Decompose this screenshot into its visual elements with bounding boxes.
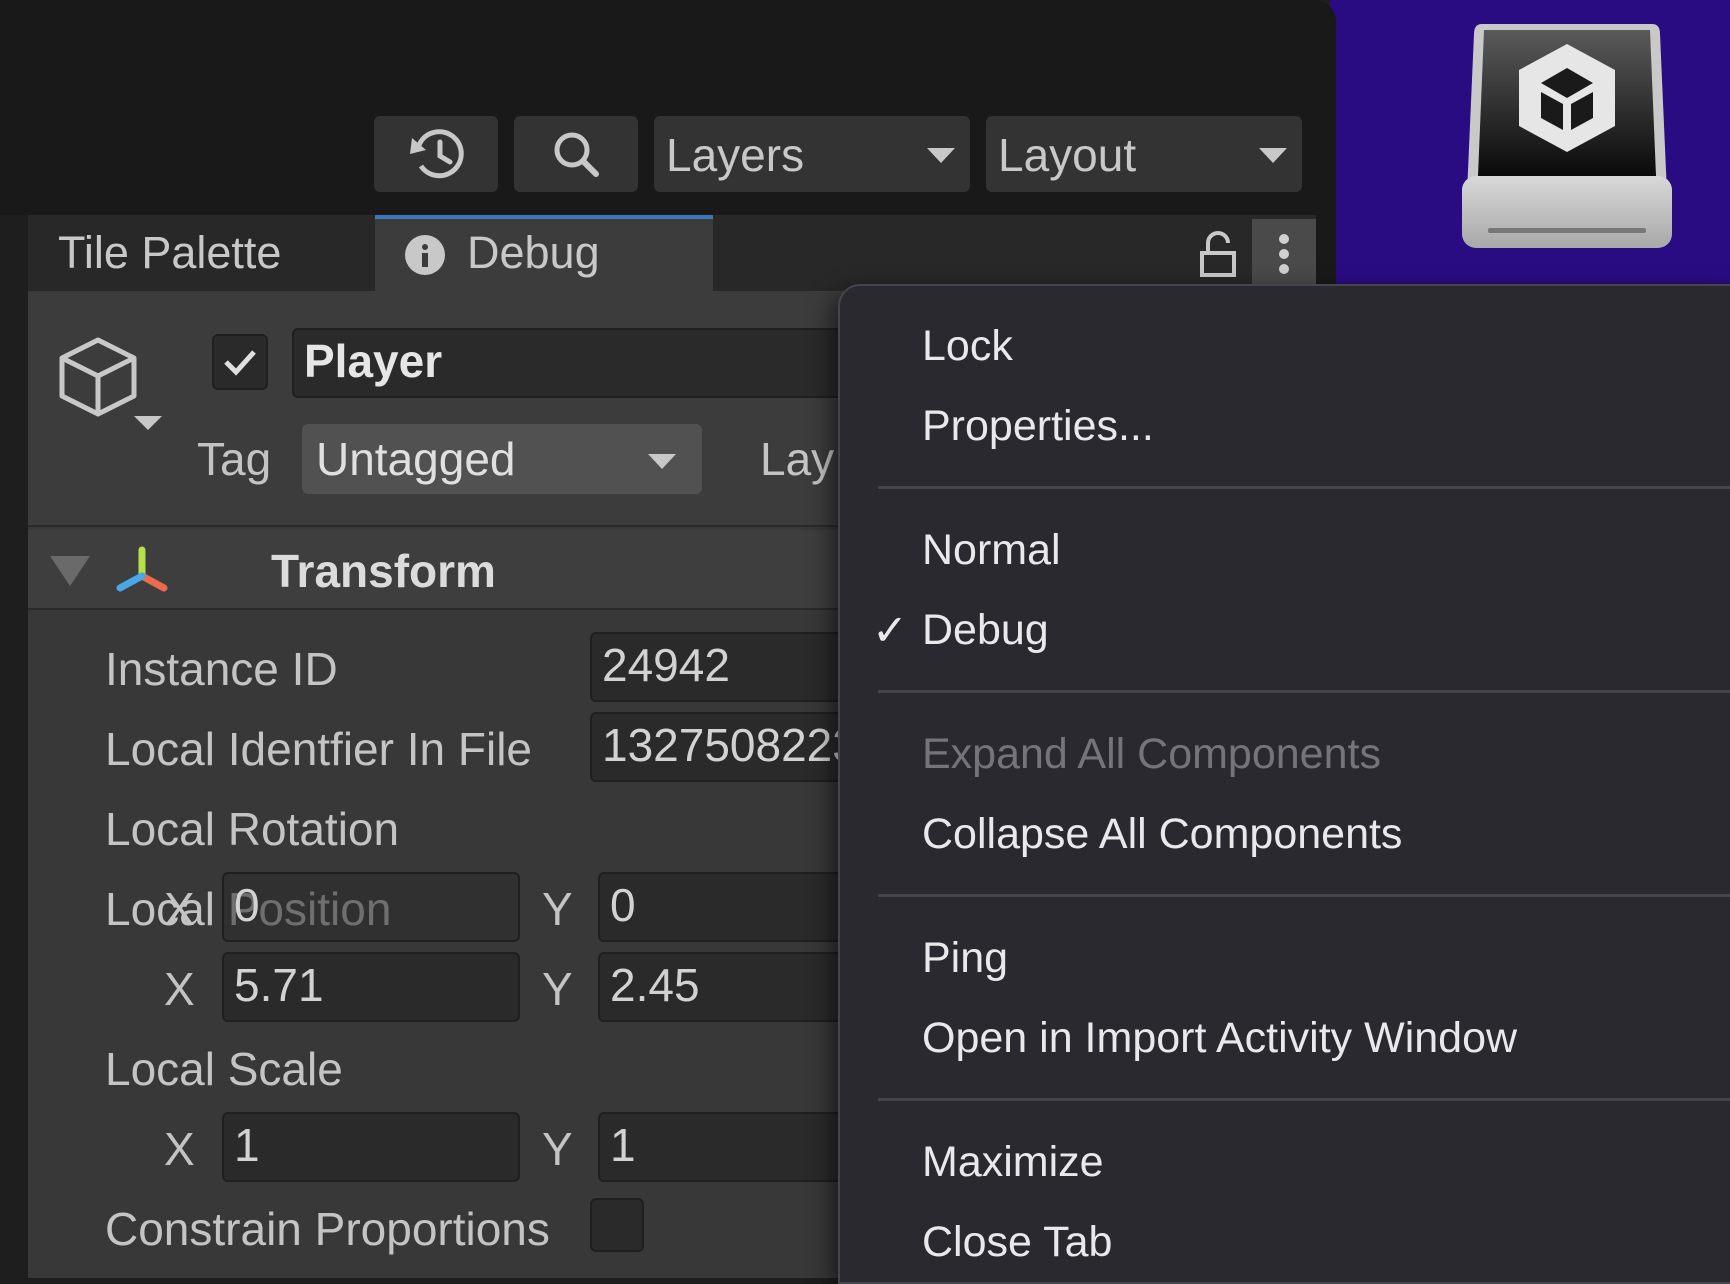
scale-y-label: Y (542, 1123, 573, 1175)
menu-item-open-import-activity[interactable]: Open in Import Activity Window (922, 1014, 1517, 1063)
transform-icon (112, 544, 172, 600)
gameobject-icon[interactable] (56, 334, 166, 438)
rotation-x-field[interactable]: 0 (222, 872, 520, 942)
rotation-y-field[interactable]: 0 (598, 872, 868, 942)
checkmark-icon: ✓ (872, 607, 909, 655)
local-identifier-value: 1327508223 (602, 719, 858, 771)
position-y-value: 2.45 (610, 959, 700, 1011)
tag-dropdown[interactable]: Untagged (302, 424, 702, 494)
tab-bar: Tile Palette Debug (28, 215, 1316, 295)
chevron-down-icon (927, 148, 955, 163)
menu-item-ping[interactable]: Ping (922, 934, 1008, 983)
tab-tile-palette[interactable]: Tile Palette (58, 215, 281, 291)
chevron-down-icon (1259, 148, 1287, 163)
search-button[interactable] (514, 116, 638, 192)
left-panel-edge (0, 215, 28, 1278)
scale-x-label: X (164, 1123, 195, 1175)
local-identifier-label: Local Identfier In File (105, 723, 533, 775)
layers-dropdown[interactable]: Layers (654, 116, 970, 192)
rotation-x-value: 0 (234, 879, 260, 931)
object-name-value: Player (304, 335, 443, 387)
layer-label: Lay (760, 433, 835, 485)
menu-separator (878, 690, 1730, 693)
instance-id-label: Instance ID (105, 643, 338, 695)
instance-id-field[interactable]: 24942 (590, 632, 868, 702)
chevron-down-icon (648, 454, 676, 469)
menu-item-expand-all: Expand All Components (922, 730, 1381, 778)
tab-label: Debug (467, 227, 600, 278)
active-checkbox[interactable] (212, 334, 268, 390)
menu-item-properties[interactable]: Properties... (922, 402, 1154, 451)
component-title: Transform (271, 545, 496, 597)
top-toolbar: Layers Layout (0, 0, 1336, 210)
local-rotation-label: Local Rotation (105, 803, 400, 855)
instance-id-value: 24942 (602, 639, 730, 691)
local-scale-label: Local Scale (105, 1043, 343, 1095)
position-x-label: X (164, 963, 195, 1015)
scale-x-value: 1 (234, 1119, 260, 1171)
menu-item-collapse-all[interactable]: Collapse All Components (922, 810, 1402, 859)
checkmark-icon (214, 350, 266, 392)
tag-label: Tag (197, 433, 272, 485)
history-button[interactable] (374, 116, 498, 192)
menu-item-close-tab[interactable]: Close Tab (922, 1218, 1112, 1267)
layout-dropdown[interactable]: Layout (986, 116, 1302, 192)
menu-item-normal[interactable]: Normal (922, 526, 1061, 575)
rotation-x-label: X (164, 883, 195, 935)
transform-component-header[interactable]: Transform (28, 530, 868, 610)
position-y-label: Y (542, 963, 573, 1015)
more-options-button[interactable] (1252, 219, 1316, 289)
rotation-y-value: 0 (610, 879, 636, 931)
rotation-y-label: Y (542, 883, 573, 935)
scale-x-field[interactable]: 1 (222, 1112, 520, 1182)
constrain-proportions-label: Constrain Proportions (105, 1203, 550, 1255)
menu-separator (878, 1098, 1730, 1101)
tab-debug[interactable]: Debug (375, 215, 713, 295)
unity-drive-icon[interactable] (1460, 20, 1674, 252)
menu-item-lock[interactable]: Lock (922, 322, 1013, 371)
menu-item-maximize[interactable]: Maximize (922, 1138, 1104, 1187)
layers-dropdown-label: Layers (666, 129, 805, 181)
menu-separator (878, 486, 1730, 489)
foldout-arrow-icon[interactable] (50, 556, 90, 586)
position-x-value: 5.71 (234, 959, 324, 1011)
layout-dropdown-label: Layout (998, 129, 1137, 181)
menu-separator (878, 894, 1730, 897)
scale-y-field[interactable]: 1 (598, 1112, 868, 1182)
lock-icon[interactable] (1192, 227, 1242, 283)
menu-item-debug[interactable]: Debug (922, 606, 1049, 655)
object-name-field[interactable]: Player (292, 328, 852, 398)
tag-dropdown-value: Untagged (316, 433, 516, 485)
scale-y-value: 1 (610, 1119, 636, 1171)
info-icon (405, 235, 445, 275)
constrain-proportions-checkbox[interactable] (590, 1198, 644, 1252)
local-identifier-field[interactable]: 1327508223 (590, 712, 868, 782)
position-x-field[interactable]: 5.71 (222, 952, 520, 1022)
tab-label: Tile Palette (58, 227, 282, 278)
position-y-field[interactable]: 2.45 (598, 952, 868, 1022)
